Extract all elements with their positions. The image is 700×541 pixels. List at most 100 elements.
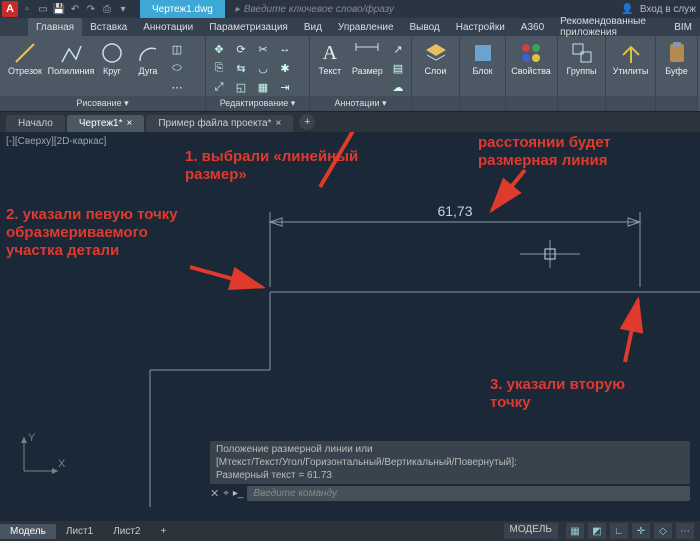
search-placeholder[interactable]: Введите ключевое слово/фразу [244, 4, 394, 15]
text-button[interactable]: A Текст [314, 39, 346, 77]
scale-icon[interactable]: ◱ [232, 79, 250, 95]
polar-toggle-icon[interactable]: ✛ [632, 523, 650, 539]
tab-home[interactable]: Главная [28, 18, 82, 36]
tab-featured[interactable]: Рекомендованные приложения [552, 18, 666, 36]
text-icon: A [323, 39, 337, 67]
ucs-icon: X Y [18, 431, 64, 477]
grid-toggle-icon[interactable]: ▦ [566, 523, 584, 539]
mirror-icon[interactable]: ⇆ [232, 60, 250, 76]
more-status-icon[interactable]: ⋯ [676, 523, 694, 539]
tab-annotate[interactable]: Аннотации [135, 18, 201, 36]
panel-annot-title[interactable]: Аннотации ▾ [310, 96, 411, 111]
drawing-canvas[interactable]: [-][Сверху][2D-каркас] 61,73 [0, 132, 700, 507]
utilities-button[interactable]: Утилиты [610, 39, 651, 77]
login-label[interactable]: Вход в служ [640, 4, 696, 15]
qat-dropdown-icon[interactable]: ▾ [116, 2, 130, 16]
panel-modify-title[interactable]: Редактирование ▾ [206, 96, 309, 111]
clipboard-button[interactable]: Буфе [660, 39, 693, 77]
dimension-icon [354, 39, 380, 67]
crosshair-cursor [520, 240, 580, 268]
draw-mini-2[interactable]: ⬭ [168, 60, 186, 76]
sheet-add[interactable]: + [151, 524, 177, 539]
cmd-close-icon[interactable]: ✕ [210, 487, 219, 500]
draw-mini-1[interactable]: ◫ [168, 41, 186, 57]
block-icon [471, 39, 495, 67]
line-button[interactable]: Отрезок [4, 39, 46, 77]
stretch-icon[interactable]: ⤢ [210, 79, 228, 95]
polyline-button[interactable]: Полилиния [50, 39, 92, 77]
cmd-prompt-marker: ▸_ [233, 488, 244, 499]
tab-insert[interactable]: Вставка [82, 18, 135, 36]
rotate-icon[interactable]: ⟳ [232, 41, 250, 57]
extend-icon[interactable]: ⇥ [276, 79, 294, 95]
doc-tab-active[interactable]: Чертеж1*× [67, 115, 144, 132]
tab-output[interactable]: Вывод [402, 18, 448, 36]
qat-undo-icon[interactable]: ↶ [68, 2, 82, 16]
snap-toggle-icon[interactable]: ◩ [588, 523, 606, 539]
ribbon-tabs: Главная Вставка Аннотации Параметризация… [0, 18, 700, 36]
search-arrow-icon: ▸ [235, 4, 240, 15]
trim-icon[interactable]: ✂ [254, 41, 272, 57]
layers-icon [424, 39, 448, 67]
cmd-target-icon[interactable]: ⌖ [223, 488, 229, 499]
tab-a360[interactable]: A360 [513, 18, 552, 36]
osnap-toggle-icon[interactable]: ◇ [654, 523, 672, 539]
properties-button[interactable]: Свойства [510, 39, 552, 77]
panel-layers-title [412, 96, 459, 111]
qat-new-icon[interactable]: ▫ [20, 2, 34, 16]
app-logo[interactable]: A [2, 1, 18, 17]
qat-print-icon[interactable]: ⎙ [100, 2, 114, 16]
cmd-hist-line: [Мтекст/Текст/Угол/Горизонтальный/Вертик… [216, 456, 684, 469]
close-icon[interactable]: × [126, 118, 132, 129]
arc-icon [136, 39, 160, 67]
qat-save-icon[interactable]: 💾 [52, 2, 66, 16]
qat-open-icon[interactable]: ▭ [36, 2, 50, 16]
close-icon[interactable]: × [276, 118, 282, 129]
tab-parametric[interactable]: Параметризация [201, 18, 296, 36]
cmd-hist-line: Размерный текст = 61.73 [216, 469, 684, 482]
arc-button[interactable]: Дуга [132, 39, 164, 77]
ribbon: Отрезок Полилиния Круг Дуга ◫ ⬭ ⋯ Рисова… [0, 36, 700, 112]
sheet-2[interactable]: Лист2 [103, 524, 150, 539]
command-input[interactable]: Введите команду [247, 486, 690, 501]
doc-tab-add[interactable]: + [299, 114, 315, 130]
login-icon[interactable]: 👤 [621, 4, 633, 15]
sheet-1[interactable]: Лист1 [56, 524, 103, 539]
fillet-icon[interactable]: ◡ [254, 60, 272, 76]
groups-button[interactable]: Группы [562, 39, 601, 77]
array-icon[interactable]: ▦ [254, 79, 272, 95]
dimension-button[interactable]: Размер [350, 39, 385, 77]
properties-icon [519, 39, 543, 67]
command-area: Положение размерной линии или [Мтекст/Те… [210, 441, 690, 501]
document-tabs: Начало Чертеж1*× Пример файла проекта*× … [0, 112, 700, 132]
offset-icon[interactable]: ↔ [276, 41, 294, 57]
draw-mini-3[interactable]: ⋯ [168, 79, 186, 95]
ortho-toggle-icon[interactable]: ∟ [610, 523, 628, 539]
tab-addins[interactable]: Настройки [448, 18, 513, 36]
doc-tab-other[interactable]: Пример файла проекта*× [146, 115, 293, 132]
move-icon[interactable]: ✥ [210, 41, 228, 57]
groups-icon [570, 39, 594, 67]
dimension-value: 61,73 [437, 203, 472, 219]
block-button[interactable]: Блок [464, 39, 501, 77]
qat-redo-icon[interactable]: ↷ [84, 2, 98, 16]
doc-tab-start[interactable]: Начало [6, 115, 65, 132]
file-name: Чертеж1.dwg [152, 4, 213, 15]
status-bar: Модель Лист1 Лист2 + МОДЕЛЬ ▦ ◩ ∟ ✛ ◇ ⋯ [0, 521, 700, 541]
tab-bim[interactable]: BIM [666, 18, 700, 36]
cloud-icon[interactable]: ☁ [389, 79, 407, 95]
leader-icon[interactable]: ↗ [389, 41, 407, 57]
explode-icon[interactable]: ✱ [276, 60, 294, 76]
sheet-model[interactable]: Модель [0, 524, 56, 539]
panel-draw-title[interactable]: Рисование ▾ [0, 96, 205, 111]
tab-view[interactable]: Вид [296, 18, 330, 36]
circle-button[interactable]: Круг [96, 39, 128, 77]
line-icon [13, 39, 37, 67]
utilities-icon [619, 39, 643, 67]
circle-icon [100, 39, 124, 67]
space-mode[interactable]: МОДЕЛЬ [504, 523, 558, 539]
tab-manage[interactable]: Управление [330, 18, 402, 36]
layers-button[interactable]: Слои [416, 39, 455, 77]
copy-icon[interactable]: ⎘ [210, 60, 228, 76]
table-icon[interactable]: ▤ [389, 60, 407, 76]
